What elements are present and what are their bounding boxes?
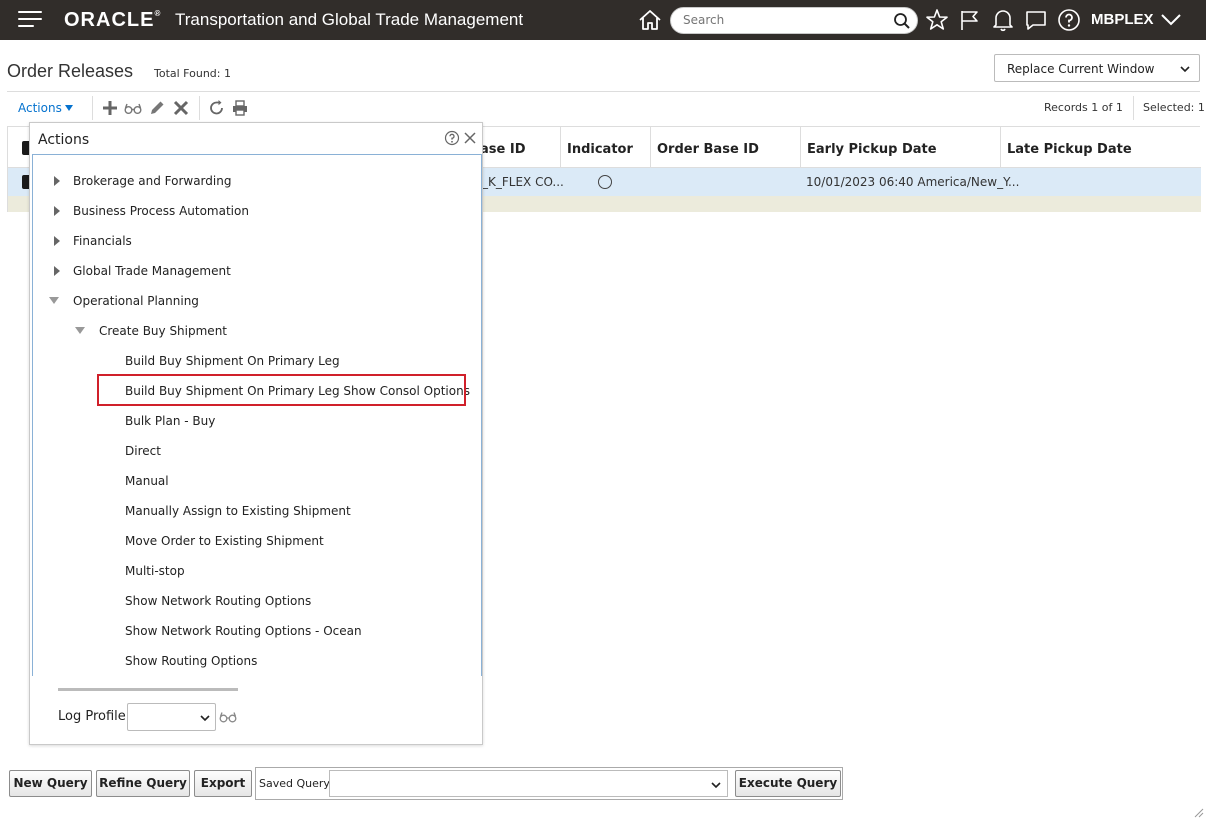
actions-menu-button[interactable]: Actions <box>18 101 73 115</box>
cell-base-id: _K_FLEX CO... <box>482 175 564 189</box>
expand-arrow-icon[interactable] <box>54 266 60 276</box>
column-header-base-id[interactable]: ase ID <box>474 127 560 168</box>
cell-early-pickup-date: 10/01/2023 06:40 America/New_Y... <box>806 175 1020 189</box>
user-menu-name[interactable]: MBPLEX <box>1091 11 1154 28</box>
records-count: Records 1 of 1 <box>1044 101 1123 114</box>
tree-item-build-buy-shipment-primary-leg[interactable]: Build Buy Shipment On Primary Leg <box>125 354 340 368</box>
tree-item-show-routing-options[interactable]: Show Routing Options <box>125 654 257 668</box>
toolbar-separator <box>1133 96 1134 120</box>
menu-icon[interactable] <box>18 11 42 29</box>
chevron-down-icon <box>711 782 721 789</box>
actions-tree: Brokerage and Forwarding Business Proces… <box>32 154 482 676</box>
add-icon[interactable] <box>101 99 119 117</box>
log-profile-label: Log Profile <box>58 709 126 724</box>
highlight-box <box>97 374 466 406</box>
total-found: Total Found: 1 <box>154 67 231 80</box>
column-header-early-pickup-date[interactable]: Early Pickup Date <box>800 127 1000 168</box>
tree-item-multi-stop[interactable]: Multi-stop <box>125 564 185 578</box>
oracle-logo: ORACLE® <box>64 9 162 31</box>
collapse-arrow-icon[interactable] <box>49 297 59 304</box>
export-button[interactable]: Export <box>194 770 252 797</box>
tree-item-manually-assign-existing-shipment[interactable]: Manually Assign to Existing Shipment <box>125 504 351 518</box>
tree-item-operational-planning[interactable]: Operational Planning <box>73 294 199 308</box>
tree-item-financials[interactable]: Financials <box>73 234 132 248</box>
tree-item-direct[interactable]: Direct <box>125 444 161 458</box>
expand-arrow-icon[interactable] <box>54 206 60 216</box>
column-header-indicator[interactable]: Indicator <box>560 127 650 168</box>
log-profile-select[interactable] <box>127 703 216 731</box>
collapse-arrow-icon[interactable] <box>75 327 85 334</box>
actions-popup: Actions Brokerage and Forwarding Busines… <box>29 122 483 745</box>
delete-x-icon[interactable] <box>172 99 190 117</box>
chevron-down-icon <box>200 715 210 722</box>
page-title: Order Releases <box>7 61 134 81</box>
new-query-button[interactable]: New Query <box>9 770 92 797</box>
column-header-order-base-id[interactable]: Order Base ID <box>650 127 800 168</box>
divider <box>7 91 1200 92</box>
popup-title: Actions <box>38 132 90 148</box>
help-icon[interactable] <box>444 130 460 146</box>
saved-query-label: Saved Query: <box>259 777 333 790</box>
messages-icon[interactable] <box>1023 7 1049 33</box>
expand-arrow-icon[interactable] <box>54 236 60 246</box>
tree-item-move-order-existing-shipment[interactable]: Move Order to Existing Shipment <box>125 534 324 548</box>
saved-query-select[interactable] <box>329 770 728 797</box>
toolbar-separator <box>199 96 200 120</box>
tree-item-global-trade-management[interactable]: Global Trade Management <box>73 264 231 278</box>
flag-icon[interactable] <box>957 7 983 33</box>
resize-grip-icon[interactable] <box>1192 806 1204 818</box>
view-glasses-icon[interactable] <box>219 710 237 724</box>
tree-item-brokerage-and-forwarding[interactable]: Brokerage and Forwarding <box>73 174 231 188</box>
tree-item-bulk-plan-buy[interactable]: Bulk Plan - Buy <box>125 414 215 428</box>
help-icon[interactable] <box>1056 7 1082 33</box>
horizontal-scrollbar[interactable] <box>58 688 238 691</box>
search-field[interactable] <box>670 7 918 34</box>
home-icon[interactable] <box>637 7 663 33</box>
top-bar: ORACLE® Transportation and Global Trade … <box>0 0 1206 40</box>
selected-count: Selected: 1 <box>1143 101 1205 114</box>
chevron-down-icon[interactable] <box>1160 10 1182 30</box>
search-icon[interactable] <box>893 12 911 30</box>
view-glasses-icon[interactable] <box>124 99 142 117</box>
tree-item-create-buy-shipment[interactable]: Create Buy Shipment <box>99 324 227 338</box>
execute-query-button[interactable]: Execute Query <box>735 770 841 797</box>
expand-arrow-icon[interactable] <box>54 176 60 186</box>
window-mode-select[interactable]: Replace Current Window <box>994 54 1200 82</box>
toolbar-separator <box>92 96 93 120</box>
chevron-down-icon <box>1180 66 1190 73</box>
search-input[interactable] <box>683 13 883 27</box>
close-icon[interactable] <box>463 131 477 145</box>
print-icon[interactable] <box>231 99 249 117</box>
notifications-bell-icon[interactable] <box>990 7 1016 33</box>
tree-item-show-network-routing-options-ocean[interactable]: Show Network Routing Options - Ocean <box>125 624 362 638</box>
caret-down-icon <box>64 105 73 111</box>
column-header-late-pickup-date[interactable]: Late Pickup Date <box>1000 127 1200 168</box>
favorites-star-icon[interactable] <box>924 7 950 33</box>
refresh-icon[interactable] <box>208 99 226 117</box>
tree-item-business-process-automation[interactable]: Business Process Automation <box>73 204 249 218</box>
app-title: Transportation and Global Trade Manageme… <box>175 10 524 29</box>
tree-item-manual[interactable]: Manual <box>125 474 169 488</box>
refine-query-button[interactable]: Refine Query <box>96 770 190 797</box>
indicator-circle-icon <box>598 175 612 189</box>
tree-item-show-network-routing-options[interactable]: Show Network Routing Options <box>125 594 311 608</box>
edit-pencil-icon[interactable] <box>148 99 166 117</box>
